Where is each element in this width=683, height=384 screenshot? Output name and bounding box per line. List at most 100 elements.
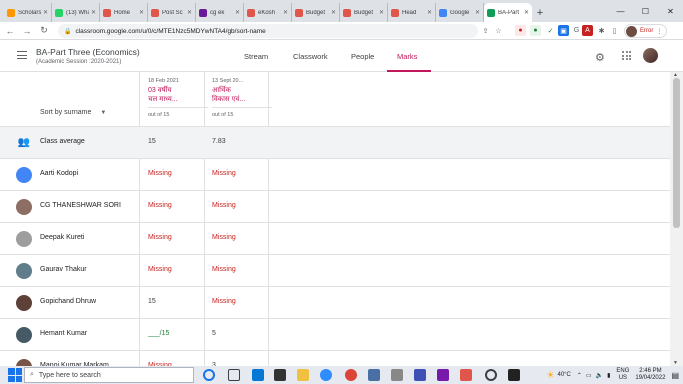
grade-cell[interactable]: ___/15 [148, 330, 169, 337]
clock[interactable]: 2:46 PM 19/04/2022 [635, 368, 665, 382]
photos-icon[interactable] [508, 369, 520, 381]
tab-close-icon[interactable]: ✕ [283, 9, 288, 16]
scrollbar-thumb[interactable] [673, 78, 680, 228]
edge-icon[interactable] [252, 369, 264, 381]
student-name[interactable]: Gaurav Thakur [40, 266, 87, 273]
cortana-icon[interactable] [203, 369, 215, 381]
grade-cell[interactable]: Missing [148, 170, 172, 177]
gear-icon[interactable]: ⚙ [595, 51, 605, 64]
language-indicator[interactable]: ENG US [616, 368, 629, 382]
browser-tab[interactable]: Google ✕ [436, 3, 484, 22]
share-icon[interactable]: ⇪ [480, 25, 491, 36]
network-icon[interactable]: ▭ [586, 372, 592, 379]
tab-close-icon[interactable]: ✕ [43, 9, 48, 16]
grade-cell[interactable]: Missing [148, 202, 172, 209]
class-title[interactable]: BA-Part Three (Economics) [36, 47, 140, 57]
browser-tab[interactable]: BA-Part ✕ [484, 3, 532, 22]
chrome-icon[interactable] [345, 369, 357, 381]
tab-close-icon[interactable]: ✕ [524, 9, 529, 16]
temperature-label[interactable]: 40°C [557, 372, 570, 378]
windows-start-icon[interactable] [8, 368, 22, 382]
file-explorer-icon[interactable] [297, 369, 309, 381]
grade-cell[interactable]: Missing [212, 170, 236, 177]
user-avatar[interactable] [643, 48, 658, 63]
tab-stream[interactable]: Stream [244, 52, 268, 61]
tab-close-icon[interactable]: ✕ [91, 9, 96, 16]
extension-blue-icon[interactable]: ▣ [558, 25, 569, 36]
grade-cell[interactable]: Missing [212, 234, 236, 241]
vertical-scrollbar[interactable]: ▲ ▼ [670, 72, 683, 366]
tab-marks[interactable]: Marks [397, 52, 417, 61]
student-name[interactable]: Deepak Kureti [40, 234, 84, 241]
grade-cell[interactable]: Missing [148, 234, 172, 241]
minimize-icon[interactable]: — [608, 0, 633, 22]
browser-tab[interactable]: Scholarship✕ [4, 3, 52, 22]
extension-icon[interactable]: ● [515, 25, 526, 36]
tab-close-icon[interactable]: ✕ [139, 9, 144, 16]
extension-g-icon[interactable]: G [571, 25, 582, 36]
grade-cell[interactable]: Missing [212, 266, 236, 273]
onenote-icon[interactable] [437, 369, 449, 381]
taskbar-search-input[interactable]: ⌕ Type here to search [24, 367, 194, 383]
grade-cell[interactable]: Missing [212, 202, 236, 209]
grade-cell[interactable]: 5 [212, 330, 216, 337]
tab-close-icon[interactable]: ✕ [331, 9, 336, 16]
student-name[interactable]: CG THANESHWAR SORI [40, 202, 121, 209]
browser-tab[interactable]: Budget ✕ [292, 3, 340, 22]
tab-close-icon[interactable]: ✕ [187, 9, 192, 16]
battery-icon[interactable]: ▮ [607, 372, 610, 379]
tab-close-icon[interactable]: ✕ [475, 9, 480, 16]
forward-icon[interactable]: → [20, 24, 34, 38]
browser-tab[interactable]: Post Sc ✕ [148, 3, 196, 22]
browser-tab[interactable]: Budget ✕ [340, 3, 388, 22]
tab-classwork[interactable]: Classwork [293, 52, 328, 61]
browser-tab[interactable]: Home ✕ [100, 3, 148, 22]
assignment-header[interactable]: 13 Sept 20... आर्थिक विकास एवं... out of … [212, 78, 272, 118]
reload-icon[interactable]: ↻ [37, 24, 51, 38]
new-tab-icon[interactable]: + [532, 3, 548, 22]
grade-cell: 7.83 [212, 138, 226, 145]
grade-cell[interactable]: 15 [148, 298, 156, 305]
app-icon[interactable] [368, 369, 380, 381]
extensions-puzzle-icon[interactable]: ✱ [596, 25, 607, 36]
weather-icon[interactable]: ☀ [546, 370, 554, 381]
settings-icon[interactable] [485, 369, 497, 381]
zoom-icon[interactable] [320, 369, 332, 381]
tray-chevron-icon[interactable]: ⌃ [577, 372, 582, 379]
grade-cell[interactable]: Missing [212, 298, 236, 305]
browser-tab[interactable]: (13) WhatsApp✕ [52, 3, 100, 22]
sort-select[interactable]: Sort by surname ▼ [40, 109, 106, 116]
google-apps-icon[interactable] [622, 51, 631, 60]
app-icon[interactable] [391, 369, 403, 381]
student-name[interactable]: Gopichand Dhruw [40, 298, 96, 305]
student-name[interactable]: Hemant Kumar [40, 330, 87, 337]
app-icon[interactable] [460, 369, 472, 381]
browser-tab[interactable]: Head ✕ [388, 3, 436, 22]
extension-pdf-icon[interactable]: A [582, 25, 593, 36]
close-window-icon[interactable]: ✕ [658, 0, 683, 22]
browser-tab[interactable]: eKosh ✕ [244, 3, 292, 22]
student-name[interactable]: Aarti Kodopi [40, 170, 78, 177]
tab-close-icon[interactable]: ✕ [379, 9, 384, 16]
volume-icon[interactable]: 🔈 [596, 372, 603, 379]
tab-people[interactable]: People [351, 52, 374, 61]
bookmark-star-icon[interactable]: ☆ [493, 25, 504, 36]
tab-close-icon[interactable]: ✕ [427, 9, 432, 16]
browser-tab[interactable]: cg ek ✕ [196, 3, 244, 22]
camera-app-icon[interactable] [274, 369, 286, 381]
main-menu-icon[interactable] [17, 51, 27, 59]
maximize-icon[interactable]: ☐ [633, 0, 658, 22]
profile-button[interactable]: Error ⋮ [624, 24, 668, 38]
tab-close-icon[interactable]: ✕ [235, 9, 240, 16]
back-icon[interactable]: ← [3, 24, 17, 38]
url-input[interactable]: 🔒 classroom.google.com/u/0/c/MTE1Nzc5MDY… [58, 24, 478, 38]
task-view-icon[interactable] [228, 369, 240, 381]
grade-cell[interactable]: Missing [148, 266, 172, 273]
extension-check-icon[interactable]: ✓ [545, 25, 556, 36]
assignment-header[interactable]: 18 Feb 2021 03 वर्षीय चल माध्य... out of … [148, 78, 208, 118]
app-icon[interactable] [414, 369, 426, 381]
extension-grammar-icon[interactable]: ● [530, 25, 541, 36]
notifications-icon[interactable]: ▤ [671, 371, 679, 380]
sidebar-panel-icon[interactable]: ▯ [609, 25, 620, 36]
browser-menu-icon[interactable]: ⋮ [656, 28, 662, 35]
